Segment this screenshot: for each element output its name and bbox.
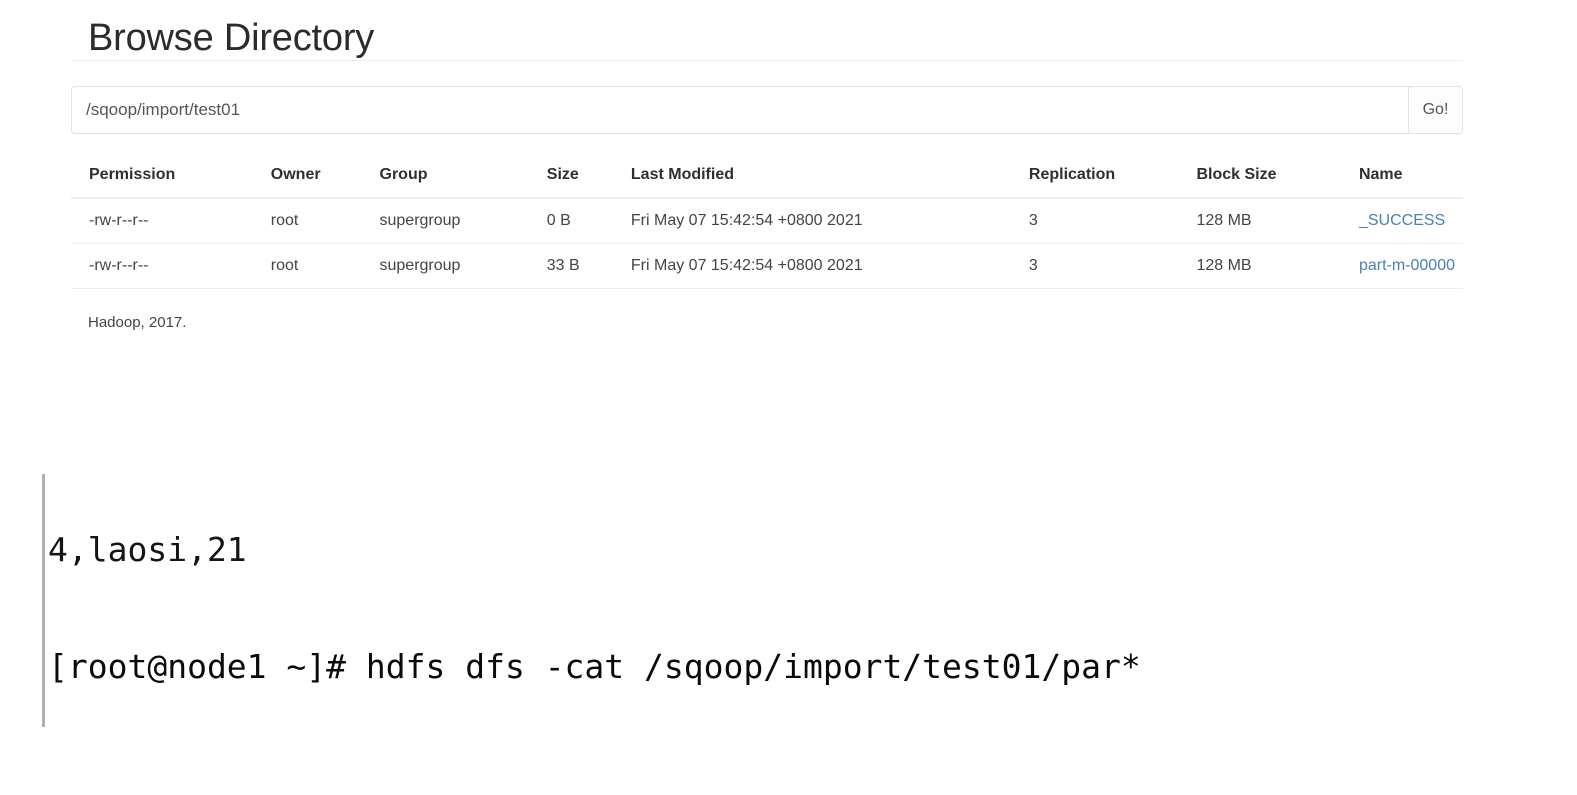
table-row: -rw-r--r-- root supergroup 33 B Fri May … — [71, 242, 1463, 288]
cell-owner: root — [262, 242, 372, 288]
cell-permission: -rw-r--r-- — [89, 211, 149, 229]
table-row: -rw-r--r-- root supergroup 0 B Fri May 0… — [71, 198, 1463, 244]
column-header-size[interactable]: Size — [538, 161, 623, 199]
cell-name: part-m-00000 — [1350, 242, 1463, 288]
cell-replication: 3 — [1020, 242, 1189, 288]
screenshot-root: Browse Directory Go! Permission Owner Gr… — [0, 0, 1577, 795]
footer-note: Hadoop, 2017. — [88, 313, 187, 331]
cell-group: supergroup — [379, 211, 461, 229]
cell-permission: -rw-r--r-- — [71, 242, 263, 288]
column-header-group[interactable]: Group — [371, 161, 539, 199]
terminal-output: 4,laosi,21 [root@node1 ~]# hdfs dfs -cat… — [48, 474, 1141, 734]
file-link[interactable]: _SUCCESS — [1359, 212, 1445, 229]
cell-group: supergroup — [371, 242, 539, 288]
cell-name: _SUCCESS — [1351, 198, 1463, 244]
go-button[interactable]: Go! — [1409, 85, 1463, 134]
column-header-name[interactable]: Name — [1350, 161, 1463, 199]
column-header-last-modified[interactable]: Last Modified — [622, 161, 1021, 199]
header-divider — [71, 59, 1463, 61]
cell-size: 33 B — [538, 242, 623, 288]
cell-size: 0 B — [546, 211, 571, 229]
column-header-owner[interactable]: Owner — [262, 161, 372, 199]
path-search-group: Go! — [71, 85, 1463, 134]
table-header-row: Permission Owner Group Size Last Modifie… — [71, 161, 1463, 199]
page-container: Browse Directory Go! Permission Owner Gr… — [71, 0, 1463, 331]
page-title: Browse Directory — [88, 17, 375, 59]
column-header-permission[interactable]: Permission — [71, 161, 263, 199]
hdfs-browse-directory-app: Browse Directory Go! Permission Owner Gr… — [0, 0, 1577, 440]
cell-block-size: 128 MB — [1188, 242, 1351, 288]
file-link[interactable]: part-m-00000 — [1359, 257, 1455, 274]
terminal-left-border — [42, 474, 45, 727]
terminal-screenshot: 4,laosi,21 [root@node1 ~]# hdfs dfs -cat… — [0, 474, 1577, 734]
cell-last-modified: Fri May 07 15:42:54 +0800 2021 — [622, 242, 1021, 288]
cell-owner: root — [270, 211, 299, 229]
column-header-block-size[interactable]: Block Size — [1188, 161, 1351, 199]
table-head: Permission Owner Group Size Last Modifie… — [71, 161, 1463, 199]
terminal-line: [root@node1 ~]# hdfs dfs -cat /sqoop/imp… — [48, 647, 1141, 686]
directory-path-input[interactable] — [71, 85, 1409, 134]
footer-divider — [71, 287, 1463, 289]
file-listing-table: Permission Owner Group Size Last Modifie… — [71, 161, 1463, 288]
column-header-replication[interactable]: Replication — [1020, 161, 1189, 199]
cell-block-size: 128 MB — [1196, 211, 1252, 229]
cell-last-modified: Fri May 07 15:42:54 +0800 2021 — [630, 211, 863, 229]
table-body: -rw-r--r-- root supergroup 0 B Fri May 0… — [71, 198, 1463, 288]
terminal-line: 4,laosi,21 — [48, 530, 247, 569]
cell-replication: 3 — [1028, 211, 1038, 229]
